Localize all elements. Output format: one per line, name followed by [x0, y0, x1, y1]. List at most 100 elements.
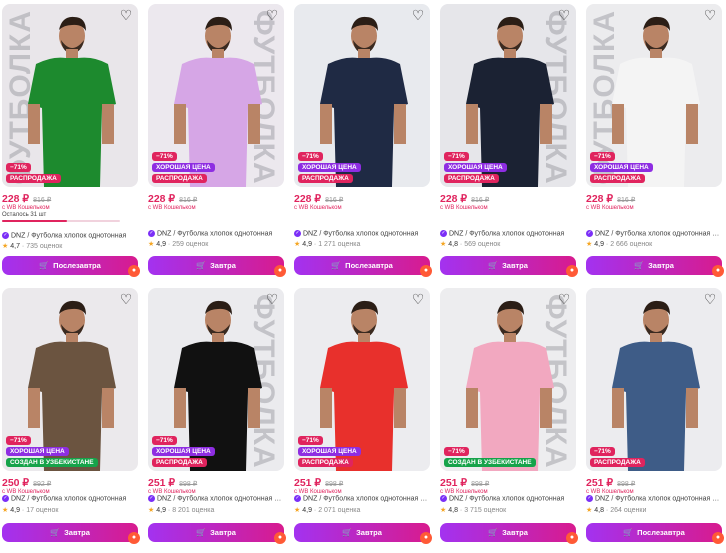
heart-icon[interactable]: ♡ — [557, 8, 571, 22]
price-row: 251 ₽ 898 ₽ — [440, 477, 489, 489]
stock-note: Осталось 31 шт — [2, 212, 47, 218]
add-to-cart-button[interactable]: 🛒 Послезавтра ● — [2, 256, 140, 277]
product-title: / Футболка хлопок однотонная — [463, 230, 565, 238]
product-photo[interactable]: ♡ −71% РАСПРОДАЖА — [586, 288, 722, 471]
brand-title[interactable]: ✓ DNZ / Футболка хлопок однотонная л... — [586, 230, 722, 237]
product-card[interactable]: ФУТБОЛКА ♡ −71% ХОРОШАЯ ЦЕНА РАСПРОДАЖА 22… — [148, 4, 286, 284]
heart-icon[interactable]: ♡ — [119, 8, 133, 22]
product-card[interactable]: ♡ −71% ХОРОШАЯ ЦЕНА РАСПРОДАЖА 228 ₽ 816 ₽… — [294, 4, 432, 284]
badge-good: ХОРОШАЯ ЦЕНА — [6, 447, 69, 456]
badge-uz: СОЗДАН В УЗБЕКИСТАНЕ — [6, 458, 98, 467]
fire-icon: ● — [274, 265, 286, 277]
heart-icon[interactable]: ♡ — [265, 8, 279, 22]
product-photo[interactable]: ♡ −71% ХОРОШАЯ ЦЕНА СОЗДАН В УЗБЕКИСТАНЕ — [2, 288, 138, 471]
star-icon: ★ — [440, 241, 447, 248]
old-price: 898 ₽ — [325, 481, 344, 488]
wallet-note: с WB Кошельком — [586, 205, 634, 211]
product-card[interactable]: ФУТБОЛКА ♡ −71% РАСПРОДАЖА 228 ₽ 816 ₽ с … — [2, 4, 140, 284]
product-photo[interactable]: ФУТБОЛКА ♡ −71% СОЗДАН В УЗБЕКИСТАНЕ — [440, 288, 576, 471]
brand-title[interactable]: ✓ DNZ / Футболка хлопок однотонная — [148, 230, 284, 237]
wallet-note: с WB Кошельком — [2, 205, 50, 211]
fire-icon: ● — [712, 265, 724, 277]
product-card[interactable]: ФУТБОЛКА ♡ −71% ХОРОШАЯ ЦЕНА РАСПРОДАЖА 25… — [148, 288, 286, 553]
fire-icon: ● — [128, 532, 140, 544]
verified-icon: ✓ — [2, 232, 9, 239]
add-to-cart-button[interactable]: 🛒 Завтра ● — [148, 523, 286, 544]
star-icon: ★ — [148, 507, 155, 514]
old-price: 898 ₽ — [179, 481, 198, 488]
rating-value: 4,8 — [594, 507, 604, 514]
brand-title[interactable]: ✓ DNZ / Футболка хлопок однотонная л... — [148, 495, 284, 502]
rating-row: ★ 4,8 · 264 оценки — [586, 506, 646, 514]
product-photo[interactable]: ФУТБОЛКА ♡ −71% ХОРОШАЯ ЦЕНА РАСПРОДАЖА — [586, 4, 722, 187]
heart-icon[interactable]: ♡ — [703, 292, 717, 306]
add-to-cart-button[interactable]: 🛒 Завтра ● — [440, 523, 578, 544]
product-photo[interactable]: ФУТБОЛКА ♡ −71% ХОРОШАЯ ЦЕНА РАСПРОДАЖА — [148, 4, 284, 187]
heart-icon[interactable]: ♡ — [411, 292, 425, 306]
rating-row: ★ 4,8 · 569 оценок — [440, 240, 500, 248]
rating-row: ★ 4,9 · 2 071 оценка — [294, 506, 360, 514]
add-to-cart-button[interactable]: 🛒 Завтра ● — [2, 523, 140, 544]
heart-icon[interactable]: ♡ — [265, 292, 279, 306]
add-to-cart-button[interactable]: 🛒 Завтра ● — [294, 523, 432, 544]
price-row: 228 ₽ 816 ₽ — [2, 193, 51, 205]
add-to-cart-button[interactable]: 🛒 Послезавтра ● — [586, 523, 724, 544]
product-card[interactable]: ФУТБОЛКА ♡ −71% СОЗДАН В УЗБЕКИСТАНЕ 251 … — [440, 288, 578, 553]
product-photo[interactable]: ФУТБОЛКА ♡ −71% ХОРОШАЯ ЦЕНА РАСПРОДАЖА — [440, 4, 576, 187]
heart-icon[interactable]: ♡ — [703, 8, 717, 22]
brand-title[interactable]: ✓ DNZ / Футболка хлопок однотонная — [440, 230, 576, 237]
product-card[interactable]: ФУТБОЛКА ♡ −71% ХОРОШАЯ ЦЕНА РАСПРОДАЖА 22… — [586, 4, 724, 284]
badge-disc: −71% — [444, 152, 469, 161]
badge-disc: −71% — [6, 163, 31, 172]
badge-good: ХОРОШАЯ ЦЕНА — [590, 163, 653, 172]
verified-icon: ✓ — [148, 495, 155, 502]
product-photo[interactable]: ФУТБОЛКА ♡ −71% ХОРОШАЯ ЦЕНА РАСПРОДАЖА — [148, 288, 284, 471]
brand-title[interactable]: ✓ DNZ / Футболка хлопок однотонная — [2, 495, 138, 502]
badge-sale: РАСПРОДАЖА — [298, 174, 353, 183]
brand-title[interactable]: ✓ DNZ / Футболка хлопок однотонная — [2, 232, 138, 239]
fire-icon: ● — [566, 532, 578, 544]
badge-disc: −71% — [152, 436, 177, 445]
brand-title[interactable]: ✓ DNZ / Футболка хлопок однотонная л... — [586, 495, 722, 502]
star-icon: ★ — [440, 507, 447, 514]
brand-name: DNZ — [157, 495, 172, 503]
product-grid-row-2: ♡ −71% ХОРОШАЯ ЦЕНА СОЗДАН В УЗБЕКИСТАНЕ 2… — [2, 288, 724, 553]
brand-name: DNZ — [449, 495, 464, 503]
add-to-cart-button[interactable]: 🛒 Завтра ● — [586, 256, 724, 277]
delivery-label: Завтра — [356, 528, 382, 537]
heart-icon[interactable]: ♡ — [557, 292, 571, 306]
fire-icon: ● — [420, 532, 432, 544]
product-title: / Футболка хлопок однотонная — [25, 495, 127, 503]
product-photo[interactable]: ♡ −71% ХОРОШАЯ ЦЕНА РАСПРОДАЖА — [294, 4, 430, 187]
product-photo[interactable]: ФУТБОЛКА ♡ −71% РАСПРОДАЖА — [2, 4, 138, 187]
rating-value: 4,9 — [156, 507, 166, 514]
rating-row: ★ 4,8 · 3 715 оценок — [440, 506, 506, 514]
product-photo[interactable]: ♡ −71% ХОРОШАЯ ЦЕНА РАСПРОДАЖА — [294, 288, 430, 471]
star-icon: ★ — [294, 241, 301, 248]
add-to-cart-button[interactable]: 🛒 Послезавтра ● — [294, 256, 432, 277]
product-card[interactable]: ♡ −71% РАСПРОДАЖА 251 ₽ 898 ₽ с WB Кошель… — [586, 288, 724, 553]
add-to-cart-button[interactable]: 🛒 Завтра ● — [148, 256, 286, 277]
product-card[interactable]: ♡ −71% ХОРОШАЯ ЦЕНА СОЗДАН В УЗБЕКИСТАНЕ 2… — [2, 288, 140, 553]
price-row: 228 ₽ 816 ₽ — [586, 193, 635, 205]
badge-good: ХОРОШАЯ ЦЕНА — [152, 447, 215, 456]
product-card[interactable]: ФУТБОЛКА ♡ −71% ХОРОШАЯ ЦЕНА РАСПРОДАЖА 22… — [440, 4, 578, 284]
review-count: · 2 071 оценка — [313, 507, 361, 514]
product-title: / Футболка хлопок однотонная — [317, 230, 419, 238]
brand-title[interactable]: ✓ DNZ / Футболка хлопок однотонная — [440, 495, 576, 502]
price-row: 251 ₽ 898 ₽ — [148, 477, 197, 489]
brand-title[interactable]: ✓ DNZ / Футболка хлопок однотонная — [294, 230, 430, 237]
product-title: / Футболка хлопок однотонная л... — [609, 230, 722, 238]
brand-title[interactable]: ✓ DNZ / Футболка хлопок однотонная л... — [294, 495, 430, 502]
add-to-cart-button[interactable]: 🛒 Завтра ● — [440, 256, 578, 277]
price: 228 ₽ — [586, 193, 614, 205]
heart-icon[interactable]: ♡ — [119, 292, 133, 306]
price-row: 251 ₽ 898 ₽ — [586, 477, 635, 489]
price: 228 ₽ — [2, 193, 30, 205]
product-title: / Футболка хлопок однотонная л... — [171, 495, 284, 503]
heart-icon[interactable]: ♡ — [411, 8, 425, 22]
review-count: · 735 оценок — [21, 243, 63, 250]
product-card[interactable]: ♡ −71% ХОРОШАЯ ЦЕНА РАСПРОДАЖА 251 ₽ 898 ₽… — [294, 288, 432, 553]
badge-good: ХОРОШАЯ ЦЕНА — [152, 163, 215, 172]
verified-icon: ✓ — [294, 495, 301, 502]
